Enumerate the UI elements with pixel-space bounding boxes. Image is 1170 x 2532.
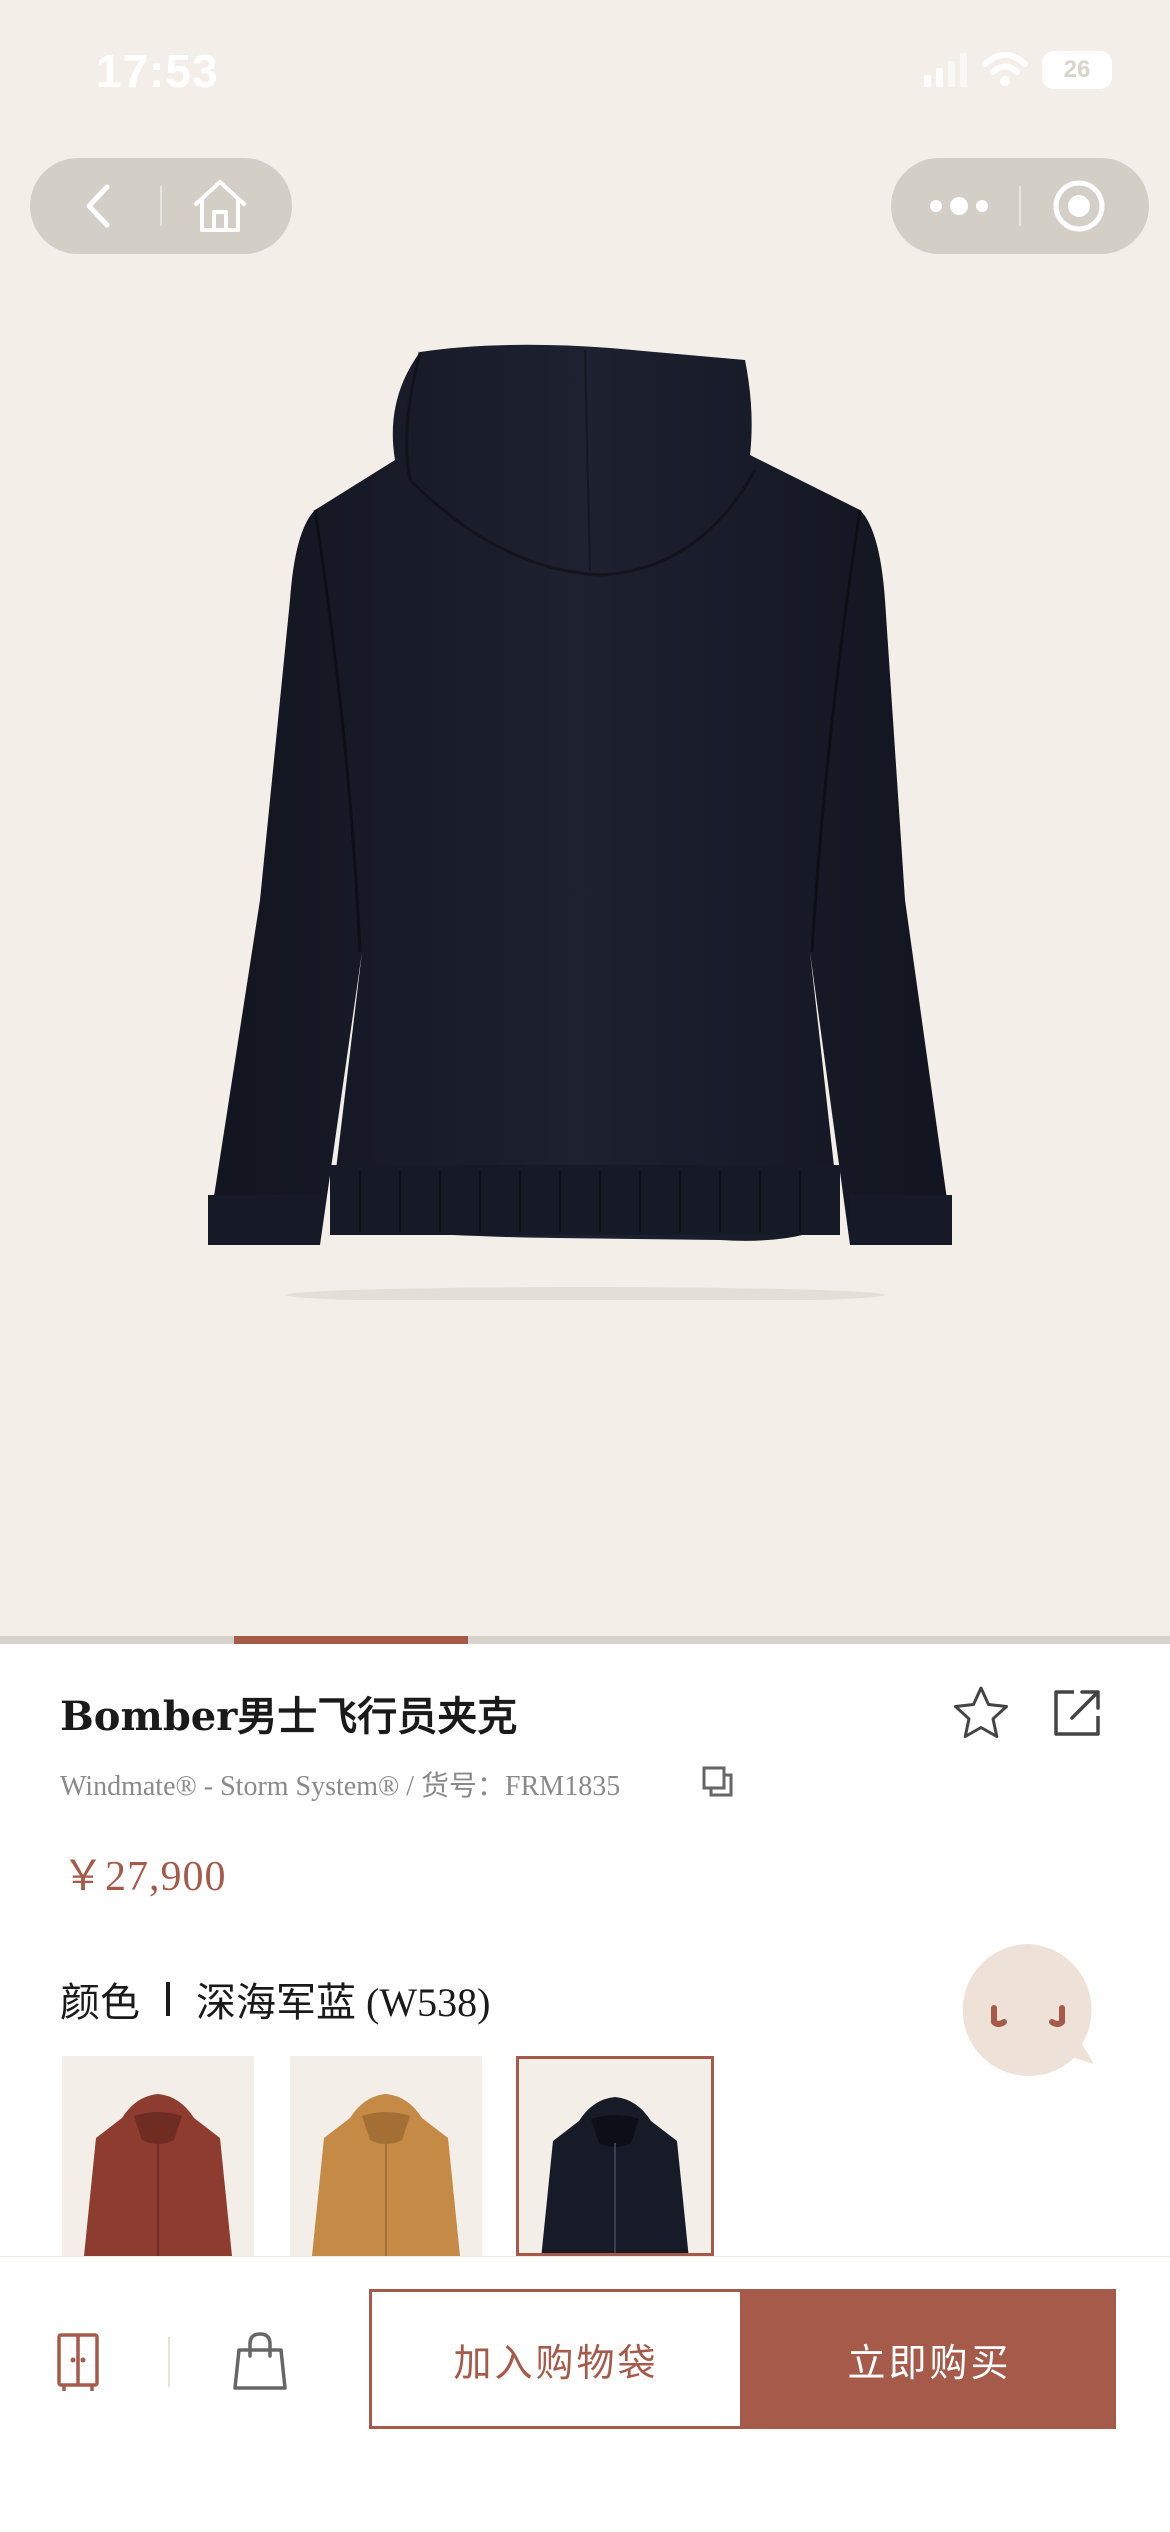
more-button[interactable]	[909, 158, 1009, 254]
color-label: 颜色	[60, 1980, 140, 2025]
nav-capsule-right	[891, 158, 1149, 254]
product-title: Bomber男士飞行员夹克	[60, 1693, 518, 1740]
nav-capsule-left	[30, 158, 292, 254]
color-divider	[166, 1982, 170, 2016]
favorite-button[interactable]	[950, 1682, 1012, 1744]
target-icon	[1053, 180, 1105, 232]
bottom-action-bar: 加入购物袋 立即购买	[0, 2256, 1170, 2532]
color-value: 深海军蓝 (W538)	[196, 1980, 491, 2025]
nav-divider	[160, 186, 162, 226]
status-time: 17:53	[96, 45, 219, 97]
product-subtitle: Windmate® - Storm System® / 货号：FRM1835	[60, 1771, 621, 1802]
product-image	[208, 344, 952, 1300]
wardrobe-button[interactable]	[48, 2327, 108, 2399]
wifi-icon	[982, 52, 1028, 86]
signal-icon	[924, 53, 967, 87]
color-selector-label: 颜色 深海军蓝 (W538)	[60, 1970, 490, 2028]
home-icon	[194, 180, 246, 232]
image-progress-bar	[0, 1636, 1170, 1644]
swatch-image	[84, 2094, 232, 2256]
share-icon	[1054, 1690, 1100, 1736]
share-button[interactable]	[1046, 1682, 1108, 1744]
image-progress-fill	[234, 1636, 468, 1644]
close-miniprogram-button[interactable]	[1029, 158, 1129, 254]
shopping-bag-button[interactable]	[226, 2325, 294, 2397]
add-to-bag-button[interactable]: 加入购物袋	[369, 2289, 743, 2429]
swatch-image	[541, 2097, 689, 2253]
back-button[interactable]	[48, 158, 148, 254]
status-indicators: 26	[924, 50, 1112, 90]
chevron-left-icon	[86, 184, 110, 228]
buy-now-button[interactable]: 立即购买	[743, 2289, 1116, 2429]
product-image-area[interactable]: 17:53 26	[0, 0, 1170, 1644]
swatch-image	[312, 2094, 460, 2256]
color-swatch-tan[interactable]	[290, 2056, 482, 2256]
chat-assistant-button[interactable]	[958, 1940, 1098, 2080]
battery-indicator: 26	[1042, 51, 1112, 89]
star-icon	[954, 1686, 1008, 1738]
nav-divider	[1019, 186, 1021, 226]
color-swatch-red[interactable]	[62, 2056, 254, 2256]
shopping-bag-icon	[233, 2332, 287, 2390]
copy-icon	[702, 1766, 733, 1797]
bottom-divider	[168, 2337, 170, 2387]
status-bar: 17:53 26	[0, 0, 1170, 150]
more-dots-icon	[930, 197, 988, 215]
copy-button[interactable]	[700, 1764, 736, 1805]
home-button[interactable]	[170, 158, 270, 254]
color-swatch-navy[interactable]	[516, 2056, 714, 2256]
wardrobe-icon	[57, 2333, 99, 2391]
product-price: ￥27,900	[62, 1854, 227, 1900]
